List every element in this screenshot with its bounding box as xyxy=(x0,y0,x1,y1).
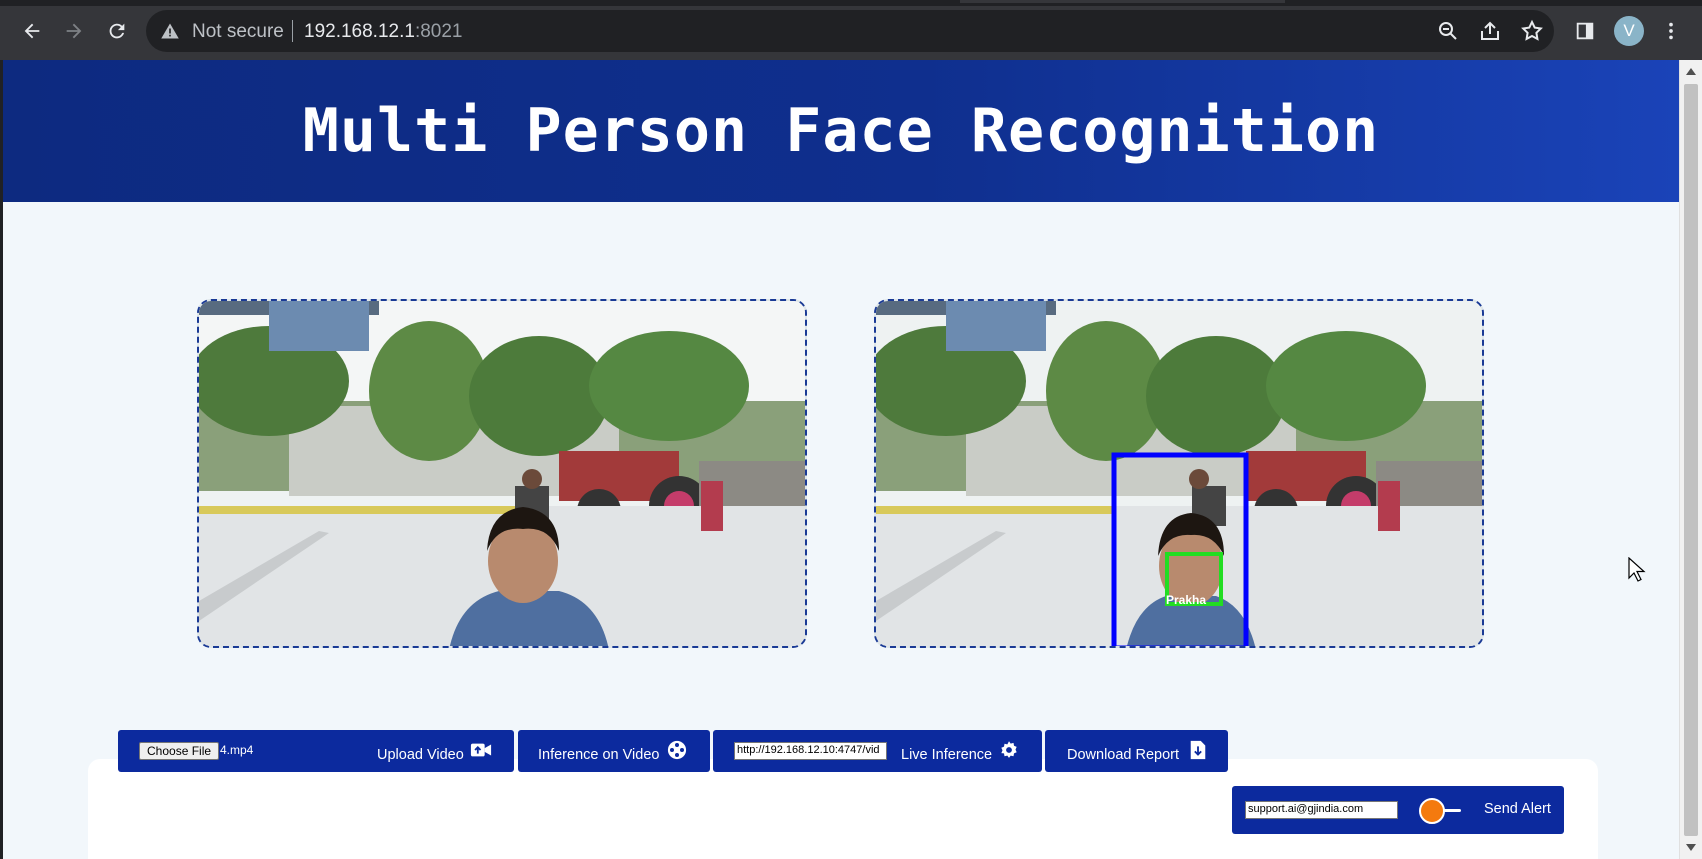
video-upload-icon[interactable] xyxy=(470,740,492,760)
input-video-frame xyxy=(197,299,807,648)
browser-toolbar: Not secure 192.168.12.1:8021 V xyxy=(0,0,1702,60)
back-button[interactable] xyxy=(15,14,49,48)
not-secure-label[interactable]: Not secure xyxy=(192,21,284,43)
download-report-button[interactable]: Download Report xyxy=(1045,730,1228,772)
browser-menu-button[interactable] xyxy=(1654,14,1688,48)
side-panel-button[interactable] xyxy=(1568,14,1602,48)
upload-video-button[interactable]: Upload Video xyxy=(377,747,464,763)
scroll-thumb[interactable] xyxy=(1684,84,1698,836)
input-video-image xyxy=(199,301,805,646)
download-file-icon xyxy=(1190,740,1206,760)
output-video-frame: Prakha xyxy=(874,299,1484,648)
kebab-menu-icon xyxy=(1669,22,1673,40)
warning-icon[interactable] xyxy=(160,21,180,41)
mouse-cursor-icon xyxy=(1628,557,1646,582)
page-header: Multi Person Face Recognition xyxy=(3,60,1679,202)
inference-on-video-button[interactable]: Inference on Video xyxy=(518,730,710,772)
chosen-file-name: 4.mp4 xyxy=(220,743,254,757)
back-arrow-icon xyxy=(24,23,40,39)
toggle-knob xyxy=(1419,798,1445,824)
alert-email-input[interactable]: support.ai@gjindia.com xyxy=(1245,801,1398,819)
tab-strip xyxy=(0,0,1702,6)
send-alert-label[interactable]: Send Alert xyxy=(1484,801,1551,817)
film-reel-icon xyxy=(667,740,687,760)
url-port: :8021 xyxy=(414,21,463,42)
zoom-icon[interactable] xyxy=(1436,19,1460,43)
url-text[interactable]: 192.168.12.1:8021 xyxy=(304,21,463,43)
upload-video-group: Choose File 4.mp4 Upload Video xyxy=(118,730,514,772)
side-panel-icon xyxy=(1576,22,1594,40)
forward-arrow-icon xyxy=(66,23,82,39)
inference-on-video-label: Inference on Video xyxy=(538,747,660,763)
choose-file-button[interactable]: Choose File xyxy=(139,742,220,760)
reload-button[interactable] xyxy=(100,14,134,48)
stream-url-input[interactable]: http://192.168.12.10:4747/vid xyxy=(734,742,887,760)
reload-icon xyxy=(109,23,125,39)
live-inference-button[interactable]: Live Inference xyxy=(901,747,992,763)
active-tab[interactable] xyxy=(960,0,1285,3)
page-title: Multi Person Face Recognition xyxy=(302,96,1380,166)
vertical-scrollbar[interactable] xyxy=(1679,60,1702,859)
omnibox-separator xyxy=(292,20,293,42)
share-icon[interactable] xyxy=(1478,19,1502,43)
scroll-down-arrow[interactable] xyxy=(1686,844,1696,851)
alert-toggle[interactable] xyxy=(1419,798,1461,824)
address-bar[interactable]: Not secure 192.168.12.1:8021 xyxy=(146,10,1554,52)
detection-label: Prakha xyxy=(1166,593,1207,607)
forward-button[interactable] xyxy=(57,14,91,48)
profile-avatar[interactable]: V xyxy=(1614,16,1644,46)
url-host: 192.168.12.1 xyxy=(304,21,415,42)
gear-icon[interactable] xyxy=(998,740,1020,760)
scroll-up-arrow[interactable] xyxy=(1686,68,1696,75)
download-report-label: Download Report xyxy=(1067,747,1180,763)
bookmark-star-icon[interactable] xyxy=(1520,19,1544,43)
send-alert-group: support.ai@gjindia.com Send Alert xyxy=(1232,786,1564,834)
live-inference-group: http://192.168.12.10:4747/vid Live Infer… xyxy=(713,730,1042,772)
